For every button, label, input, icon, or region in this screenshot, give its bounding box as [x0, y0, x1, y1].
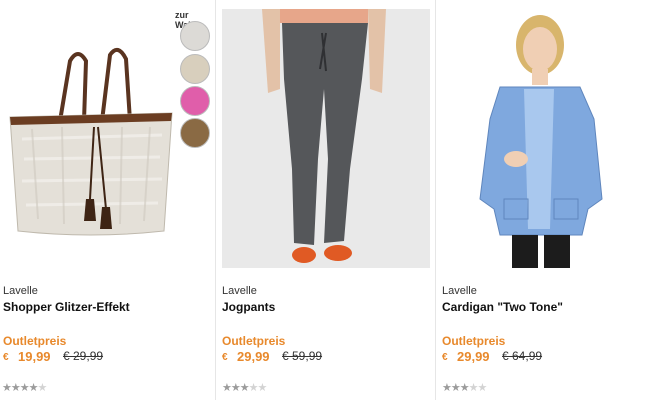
rating-stars[interactable]: ★★★★★: [2, 381, 48, 394]
price-label: Outletpreis: [3, 334, 67, 348]
color-swatch-beige[interactable]: [180, 54, 210, 84]
column-divider: [215, 0, 216, 400]
product-brand: Lavelle: [3, 285, 38, 297]
product-card-jogpants[interactable]: Lavelle Jogpants Outletpreis € 29,99 € 5…: [222, 0, 432, 400]
star-empty-icon: ★: [468, 382, 479, 394]
star-filled-icon: ★: [10, 382, 21, 394]
rating-stars[interactable]: ★★★★★: [442, 381, 488, 394]
original-price: € 29,99: [63, 349, 104, 363]
color-swatch-pink[interactable]: [180, 86, 210, 116]
product-image-cardigan[interactable]: [442, 9, 642, 268]
sale-price: 29,99: [457, 349, 490, 364]
product-name[interactable]: Cardigan "Two Tone": [442, 300, 563, 314]
star-empty-icon: ★: [37, 382, 48, 394]
product-card-cardigan[interactable]: Lavelle Cardigan "Two Tone" Outletpreis …: [442, 0, 647, 400]
rating-stars[interactable]: ★★★★★: [222, 381, 268, 394]
star-filled-icon: ★: [2, 382, 12, 394]
original-price: € 64,99: [502, 349, 543, 363]
star-filled-icon: ★: [222, 382, 232, 394]
price-row: € 29,99 € 64,99: [442, 349, 582, 365]
star-empty-icon: ★: [477, 382, 488, 394]
price-row: € 29,99 € 59,99: [222, 349, 362, 365]
price-label: Outletpreis: [442, 334, 506, 348]
star-empty-icon: ★: [257, 382, 268, 394]
sale-price: 19,99: [18, 349, 51, 364]
product-image-shopper[interactable]: [2, 9, 174, 268]
original-price: € 59,99: [282, 349, 323, 363]
star-filled-icon: ★: [239, 382, 250, 394]
star-filled-icon: ★: [459, 382, 470, 394]
currency-symbol: €: [3, 352, 9, 363]
price-row: € 19,99 € 29,99: [3, 349, 143, 365]
product-name[interactable]: Jogpants: [222, 300, 275, 314]
star-filled-icon: ★: [230, 382, 241, 394]
product-name[interactable]: Shopper Glitzer-Effekt: [3, 300, 130, 314]
currency-symbol: €: [222, 352, 228, 363]
star-filled-icon: ★: [450, 382, 461, 394]
star-empty-icon: ★: [248, 382, 259, 394]
currency-symbol: €: [442, 352, 448, 363]
product-card-shopper[interactable]: zur Wahl Lavelle Shopper Glitzer-Effekt …: [2, 0, 212, 400]
price-label: Outletpreis: [222, 334, 286, 348]
product-image-jogpants[interactable]: [222, 9, 430, 268]
star-filled-icon: ★: [19, 382, 30, 394]
color-swatch-silver[interactable]: [180, 21, 210, 51]
color-swatch-brown[interactable]: [180, 118, 210, 148]
column-divider: [435, 0, 436, 400]
sale-price: 29,99: [237, 349, 270, 364]
star-filled-icon: ★: [28, 382, 39, 394]
product-brand: Lavelle: [442, 285, 477, 297]
star-filled-icon: ★: [442, 382, 452, 394]
product-brand: Lavelle: [222, 285, 257, 297]
